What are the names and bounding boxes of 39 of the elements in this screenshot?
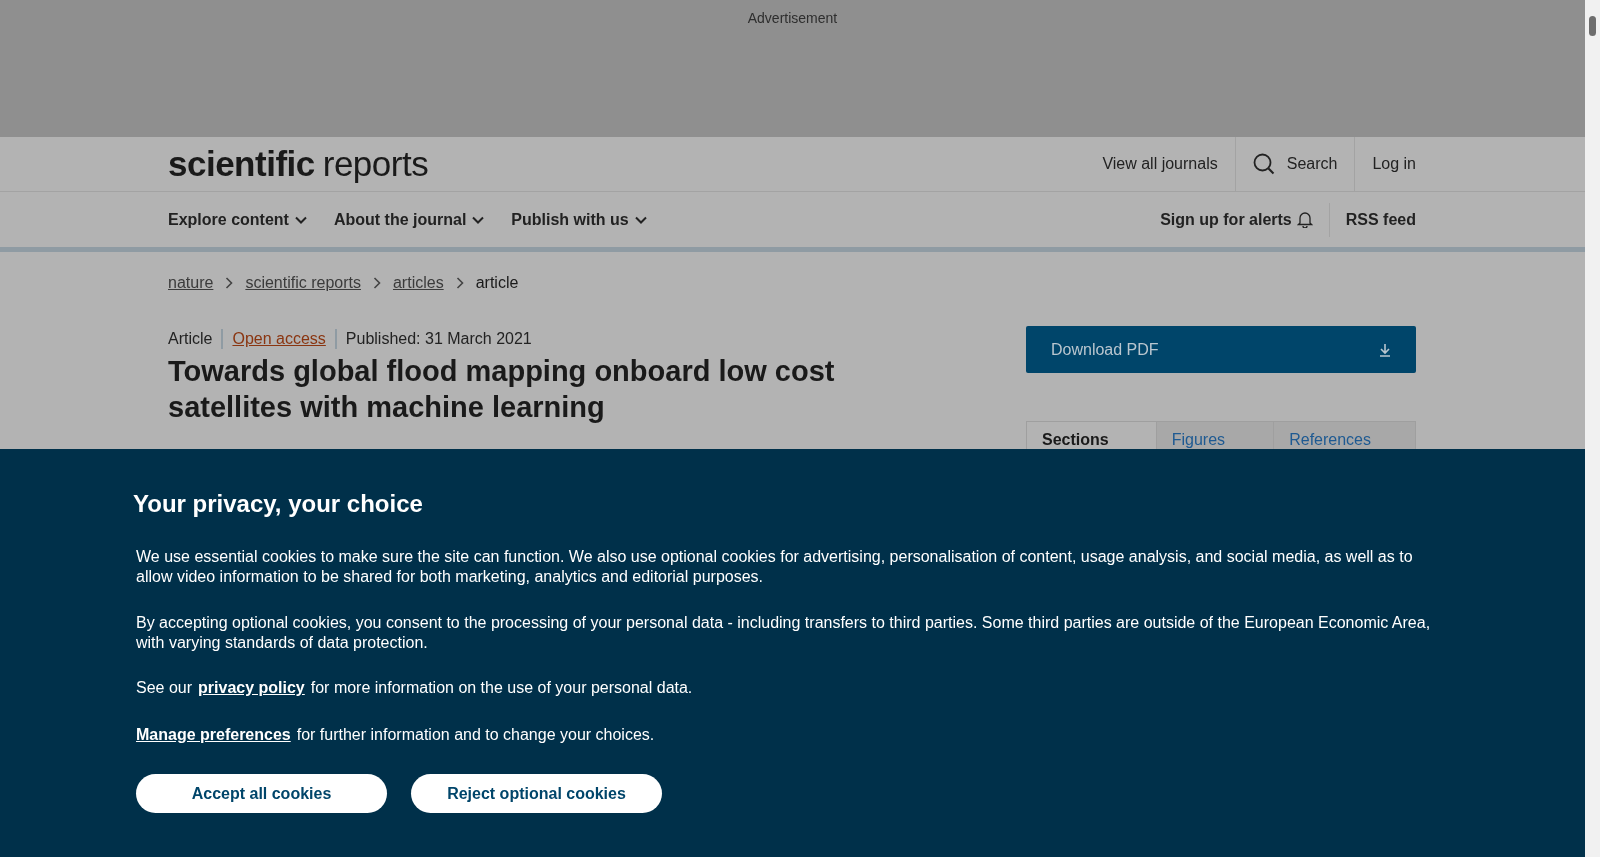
bell-icon (1296, 211, 1313, 228)
scrollbar[interactable] (1585, 0, 1600, 857)
alerts-link[interactable]: Sign up for alerts (1144, 202, 1329, 237)
breadcrumb-link[interactable]: article (475, 274, 519, 292)
chevron-right-icon (455, 277, 464, 289)
journal-logo[interactable]: scientific reports (168, 144, 429, 184)
chevron-down-icon (472, 215, 485, 224)
search-icon (1252, 153, 1275, 175)
rss-link[interactable]: RSS feed (1328, 202, 1416, 237)
manage-preferences-link[interactable]: Manage preferences (136, 726, 291, 744)
header-link[interactable]: Log in (1354, 137, 1416, 191)
banner-text: for further information and to change your choices. (296, 726, 655, 744)
banner-title: Your privacy, your choice (133, 490, 424, 518)
publish-date: Published: 31 March 2021 (345, 330, 532, 348)
search-link[interactable]: Search (1234, 137, 1355, 191)
breadcrumb-link[interactable]: articles (392, 274, 444, 292)
nav-menu[interactable]: About the journal (333, 210, 485, 229)
download-pdf-button[interactable]: Download PDF (1026, 326, 1416, 373)
chevron-right-icon (372, 277, 381, 289)
article-type: Article (168, 330, 213, 348)
accept-button[interactable]: Accept all cookies (136, 774, 387, 813)
download-icon (1379, 342, 1391, 357)
banner-paragraph: We use essential cookies to make sure the site can function. We also use optional cookies for advertising, personalisation of content, usage analysis, and social media, as well as to allow video information to be shared for both marketing, analytics and editorial purposes. (136, 547, 1414, 587)
breadcrumb-link[interactable]: nature (168, 274, 214, 292)
nav-menu[interactable]: Explore content (168, 210, 307, 229)
chevron-right-icon (225, 277, 234, 289)
privacy-policy-link[interactable]: privacy policy (198, 679, 305, 697)
chevron-down-icon (294, 215, 307, 224)
banner-paragraph: By accepting optional cookies, you consent to the processing of your personal data - including transfers to third parties. Some third parties are outside of the European Economic Area, with varying standards of data protection. (136, 613, 1432, 653)
reject-button[interactable]: Reject optional cookies (411, 774, 662, 813)
banner-text: See our (136, 679, 193, 697)
article-title: Towards global flood mapping onboard low cost satellites with machine learning (168, 354, 836, 425)
advertisement-label: Advertisement (747, 10, 838, 27)
breadcrumb-link[interactable]: scientific reports (245, 274, 361, 292)
banner-text: for more information on the use of your personal data. (310, 679, 693, 697)
header-link[interactable]: View all journals (1085, 137, 1235, 191)
nav-menu[interactable]: Publish with us (511, 210, 647, 229)
chevron-down-icon (634, 215, 647, 224)
open-access-link[interactable]: Open access (232, 330, 326, 348)
